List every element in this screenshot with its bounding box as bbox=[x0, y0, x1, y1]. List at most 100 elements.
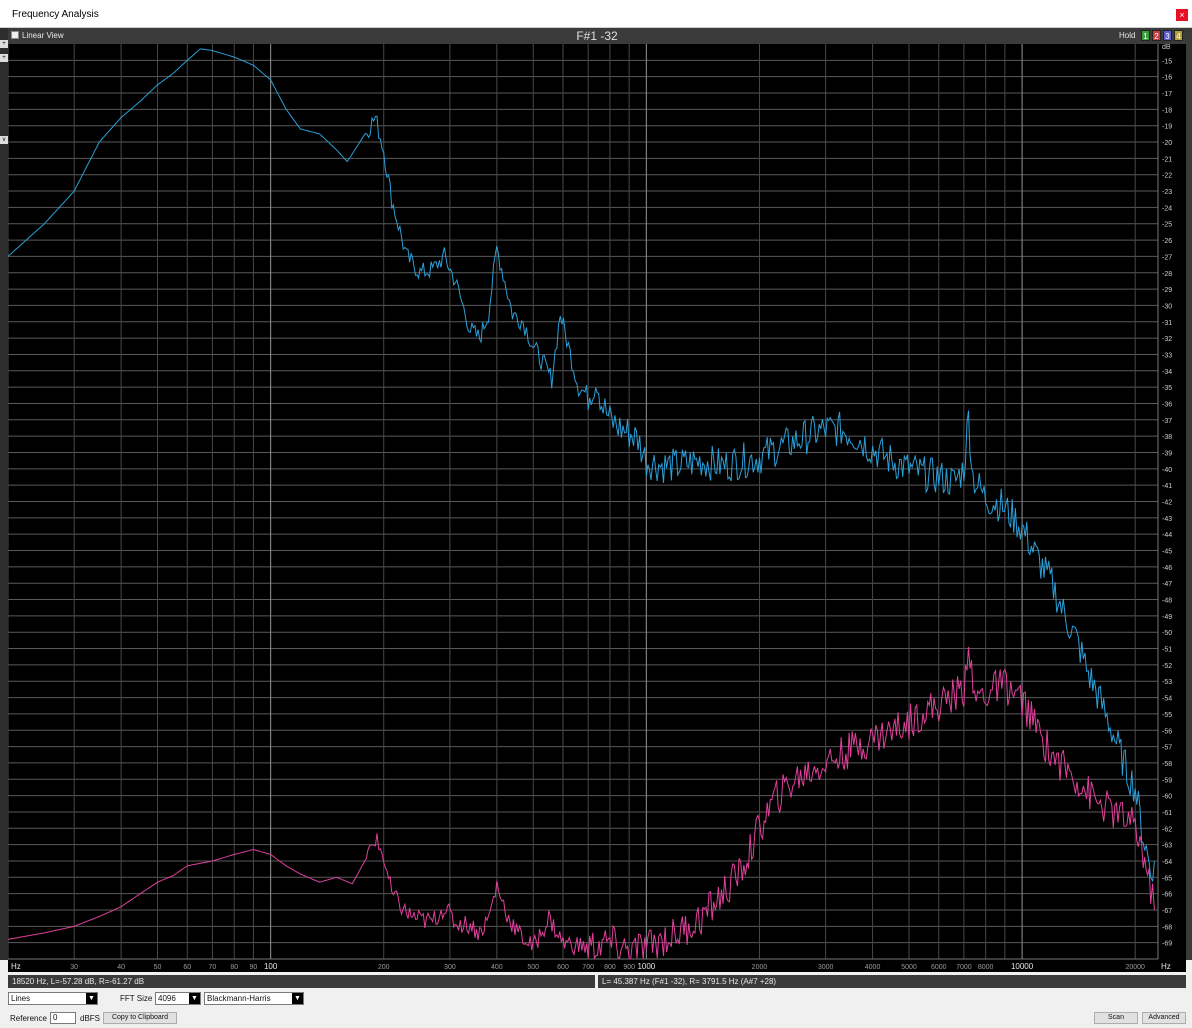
window-function-value: Blackmann-Harris bbox=[207, 994, 271, 1003]
y-tick-label: -32 bbox=[1162, 336, 1172, 343]
y-tick-label: -67 bbox=[1162, 908, 1172, 915]
x-tick-label: 6000 bbox=[931, 964, 947, 971]
y-tick-label: -35 bbox=[1162, 385, 1172, 392]
y-tick-label: -38 bbox=[1162, 434, 1172, 441]
y-tick-label: -57 bbox=[1162, 745, 1172, 752]
fft-size-select[interactable]: 4096 ▼ bbox=[155, 992, 201, 1005]
y-tick-label: -17 bbox=[1162, 91, 1172, 98]
y-tick-label: -47 bbox=[1162, 581, 1172, 588]
x-tick-label: 600 bbox=[557, 964, 569, 971]
left-edge-mark[interactable]: v bbox=[0, 136, 8, 144]
y-tick-label: -43 bbox=[1162, 516, 1172, 523]
y-tick-label: -48 bbox=[1162, 598, 1172, 605]
x-tick-label: 700 bbox=[582, 964, 594, 971]
y-tick-label: -55 bbox=[1162, 712, 1172, 719]
y-tick-label: -45 bbox=[1162, 549, 1172, 556]
y-tick-label: -44 bbox=[1162, 532, 1172, 539]
y-tick-label: -51 bbox=[1162, 647, 1172, 654]
x-tick-label: 200 bbox=[378, 964, 390, 971]
reference-input[interactable]: 0 bbox=[50, 1012, 76, 1024]
y-tick-label: -54 bbox=[1162, 696, 1172, 703]
y-tick-label: -64 bbox=[1162, 859, 1172, 866]
y-tick-label: -66 bbox=[1162, 892, 1172, 899]
display-mode-select[interactable]: Lines ▼ bbox=[8, 992, 98, 1005]
y-tick-label: -29 bbox=[1162, 287, 1172, 294]
x-tick-label: 1000 bbox=[637, 962, 655, 971]
window-function-select[interactable]: Blackmann-Harris ▼ bbox=[204, 992, 304, 1005]
y-tick-label: -42 bbox=[1162, 500, 1172, 507]
y-tick-label: -25 bbox=[1162, 222, 1172, 229]
x-axis-unit-left: Hz bbox=[11, 962, 21, 971]
y-tick-label: -53 bbox=[1162, 679, 1172, 686]
close-button[interactable]: × bbox=[1176, 9, 1188, 21]
hold-button-2[interactable]: 2 bbox=[1152, 30, 1161, 41]
x-tick-label: 900 bbox=[623, 964, 635, 971]
chevron-down-icon: ▼ bbox=[189, 993, 200, 1004]
y-tick-label: -30 bbox=[1162, 303, 1172, 310]
x-tick-label: 3000 bbox=[818, 964, 834, 971]
x-tick-label: 4000 bbox=[865, 964, 881, 971]
hold-button-4[interactable]: 4 bbox=[1174, 30, 1183, 41]
y-tick-label: -31 bbox=[1162, 320, 1172, 327]
y-tick-label: -52 bbox=[1162, 663, 1172, 670]
y-tick-label: -50 bbox=[1162, 630, 1172, 637]
y-tick-label: -63 bbox=[1162, 843, 1172, 850]
controls-panel: Lines ▼ FFT Size 4096 ▼ Blackmann-Harris… bbox=[0, 990, 1192, 1028]
window-title: Frequency Analysis bbox=[12, 9, 99, 20]
y-tick-label: -16 bbox=[1162, 75, 1172, 82]
cursor-readout: 18520 Hz, L=-57.28 dB, R=-61.27 dB bbox=[8, 975, 595, 988]
y-tick-label: -26 bbox=[1162, 238, 1172, 245]
fft-size-value: 4096 bbox=[158, 994, 176, 1003]
y-tick-label: -22 bbox=[1162, 173, 1172, 180]
x-tick-label: 5000 bbox=[901, 964, 917, 971]
y-tick-label: -69 bbox=[1162, 941, 1172, 948]
y-tick-label: -15 bbox=[1162, 58, 1172, 65]
y-tick-label: -60 bbox=[1162, 794, 1172, 801]
y-tick-label: -27 bbox=[1162, 254, 1172, 261]
x-tick-label: 100 bbox=[264, 962, 278, 971]
chevron-down-icon: ▼ bbox=[86, 993, 97, 1004]
x-tick-label: 7000 bbox=[956, 964, 972, 971]
x-tick-label: 8000 bbox=[978, 964, 994, 971]
hold-button-3[interactable]: 3 bbox=[1163, 30, 1172, 41]
y-tick-label: -40 bbox=[1162, 467, 1172, 474]
y-tick-label: -21 bbox=[1162, 156, 1172, 163]
y-tick-label: -34 bbox=[1162, 369, 1172, 376]
right-edge-panel bbox=[1186, 28, 1192, 960]
x-tick-label: 70 bbox=[209, 964, 217, 971]
y-tick-label: -36 bbox=[1162, 401, 1172, 408]
x-tick-label: 80 bbox=[230, 964, 238, 971]
x-tick-label: 30 bbox=[70, 964, 78, 971]
y-tick-label: -58 bbox=[1162, 761, 1172, 768]
plot-title: F#1 -32 bbox=[576, 29, 618, 43]
hold-button-1[interactable]: 1 bbox=[1141, 30, 1150, 41]
y-tick-label: -23 bbox=[1162, 189, 1172, 196]
dbfs-label: dBFS bbox=[80, 1014, 101, 1023]
x-tick-label: 10000 bbox=[1011, 962, 1034, 971]
x-tick-label: 50 bbox=[154, 964, 162, 971]
y-tick-label: -39 bbox=[1162, 450, 1172, 457]
x-tick-label: 20000 bbox=[1125, 964, 1145, 971]
spectrum-chart-svg: dB -15 -16 -17 -18 -19 -20 -21 -22 -23 -24 -25 -26 -2… bbox=[8, 44, 1186, 972]
display-mode-value: Lines bbox=[11, 994, 31, 1003]
left-edge-mark[interactable]: + bbox=[0, 40, 8, 48]
y-tick-label: -61 bbox=[1162, 810, 1172, 817]
left-edge-panel: + + v bbox=[0, 28, 8, 960]
copy-to-clipboard-button[interactable]: Copy to Clipboard bbox=[103, 1012, 177, 1024]
y-tick-label: -18 bbox=[1162, 107, 1172, 114]
x-axis-unit-right: Hz bbox=[1161, 962, 1171, 971]
y-tick-label: -65 bbox=[1162, 875, 1172, 882]
y-tick-label: -41 bbox=[1162, 483, 1172, 490]
y-tick-label: -24 bbox=[1162, 205, 1172, 212]
spectrum-plot[interactable]: dB -15 -16 -17 -18 -19 -20 -21 -22 -23 -24 -25 -26 -2… bbox=[8, 44, 1186, 972]
x-tick-label: 90 bbox=[250, 964, 258, 971]
scan-button[interactable]: Scan bbox=[1094, 1012, 1138, 1024]
left-edge-mark[interactable]: + bbox=[0, 54, 8, 62]
y-tick-label: -33 bbox=[1162, 352, 1172, 359]
y-tick-label: -19 bbox=[1162, 124, 1172, 131]
y-tick-label: -59 bbox=[1162, 777, 1172, 784]
x-tick-label: 800 bbox=[604, 964, 616, 971]
advanced-button[interactable]: Advanced bbox=[1142, 1012, 1186, 1024]
x-tick-label: 300 bbox=[444, 964, 456, 971]
y-tick-label: -49 bbox=[1162, 614, 1172, 621]
